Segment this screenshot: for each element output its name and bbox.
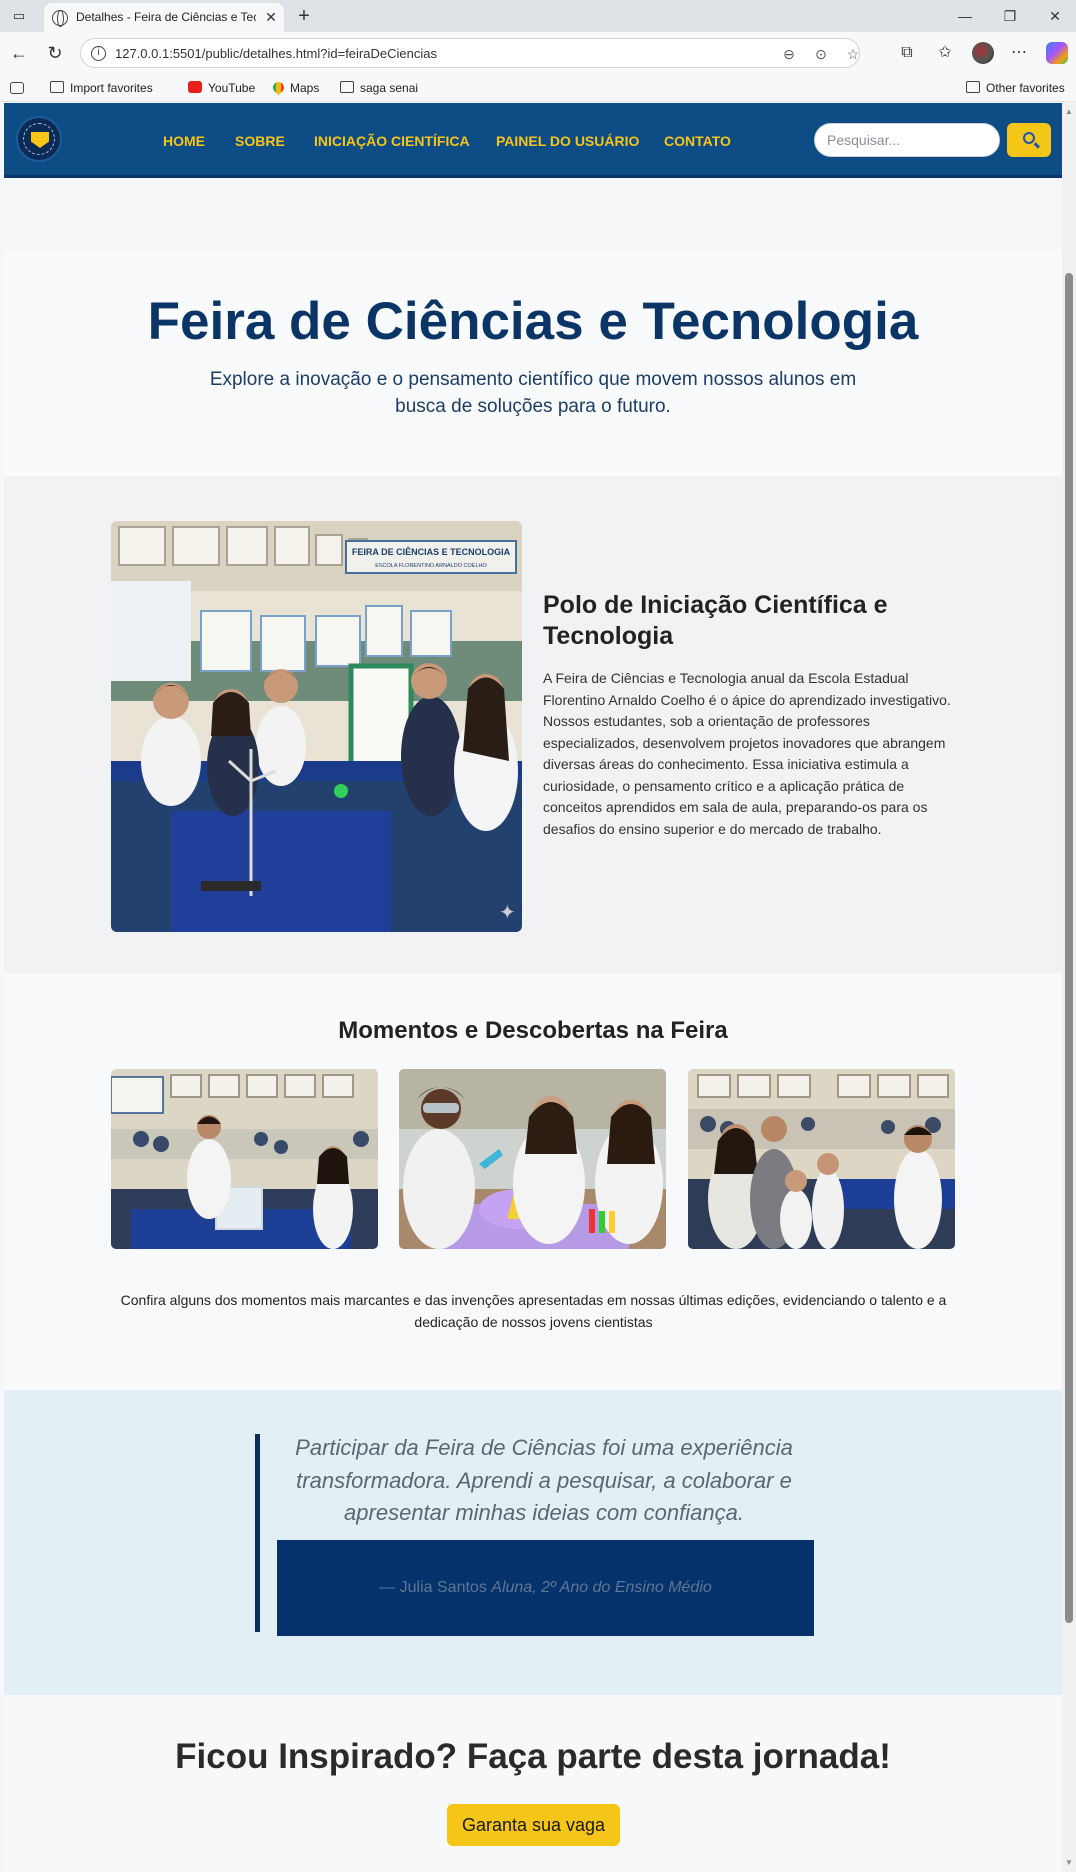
search-input[interactable]: [814, 123, 1000, 157]
nav-painel-usuario[interactable]: PAINEL DO USUÁRIO: [496, 132, 639, 150]
favorite-star-icon[interactable]: ☆: [843, 44, 863, 64]
moment-photo-1: [111, 1069, 378, 1249]
bookmark-maps[interactable]: Maps: [270, 79, 319, 97]
page-title: Feira de Ciências e Tecnologia: [147, 292, 919, 351]
nav-contato[interactable]: CONTATO: [664, 132, 731, 150]
moments-description: Confira alguns dos momentos mais marcant…: [120, 1292, 947, 1330]
school-logo[interactable]: [16, 116, 62, 162]
author-name: — Julia Santos: [379, 1579, 487, 1596]
bookmark-other-favorites[interactable]: Other favorites: [966, 79, 1065, 97]
url-text[interactable]: 127.0.0.1:5501/public/detalhes.html?id=f…: [115, 46, 715, 62]
testimonial-author-box: — Julia Santos Aluna, 2º Ano do Ensino M…: [277, 1540, 814, 1636]
browser-tab-active[interactable]: Detalhes - Feira de Ciências e Tecnologi…: [44, 3, 284, 32]
minimize-icon[interactable]: —: [950, 6, 980, 26]
moments-title: Momentos e Descobertas na Feira: [338, 1017, 728, 1044]
testimonial-quote: Participar da Feira de Ciências foi uma …: [295, 1435, 793, 1525]
globe-icon: [52, 10, 68, 27]
sidebar-toggle-icon[interactable]: ▭: [8, 7, 30, 25]
nav-home[interactable]: HOME: [163, 132, 205, 150]
address-toolbar: ← ↻ i 127.0.0.1:5501/public/detalhes.htm…: [0, 32, 1076, 74]
close-tab-icon[interactable]: ✕: [262, 8, 280, 26]
moment-photo-3: [688, 1069, 955, 1249]
testimonial-section: Participar da Feira de Ciências foi uma …: [4, 1390, 1062, 1695]
photo-banner-text: FEIRA DE CIÊNCIAS E TECNOLOGIA: [352, 546, 511, 557]
folder-icon: [340, 81, 354, 93]
site-header: HOME SOBRE INICIAÇÃO CIENTÍFICA PAINEL D…: [4, 103, 1062, 178]
profile-avatar[interactable]: [972, 42, 994, 64]
bookmark-import-favorites[interactable]: Import favorites: [50, 79, 153, 97]
tab-actions-icon[interactable]: [10, 82, 24, 94]
zoom-icon[interactable]: ⊖: [779, 44, 799, 64]
folder-icon: [966, 81, 980, 93]
more-menu-icon[interactable]: ⋯: [1008, 42, 1030, 64]
maps-icon: [270, 79, 287, 96]
extensions-icon[interactable]: ⧉: [896, 42, 918, 64]
hero-section: Feira de Ciências e Tecnologia Explore a…: [4, 250, 1062, 476]
cta-section: Ficou Inspirado? Faça parte desta jornad…: [4, 1695, 1062, 1872]
page-subtitle: Explore a inovação e o pensamento cientí…: [209, 369, 857, 417]
site-info-icon[interactable]: i: [91, 46, 106, 61]
sparkle-icon: ✦: [499, 900, 516, 924]
address-bar[interactable]: i 127.0.0.1:5501/public/detalhes.html?id…: [80, 38, 860, 68]
moment-photo-2: [399, 1069, 666, 1249]
scroll-down-icon[interactable]: ▼: [1064, 1858, 1074, 1868]
author-role: Aluna, 2º Ano do Ensino Médio: [491, 1579, 712, 1596]
science-fair-photo: FEIRA DE CIÊNCIAS E TECNOLOGIA ESCOLA FL…: [111, 521, 522, 932]
youtube-icon: [188, 81, 202, 93]
photo-banner-sub: ESCOLA FLORENTINO ARNALDO COELHO: [375, 563, 487, 569]
reader-icon[interactable]: ⊙: [811, 44, 831, 64]
polo-section: FEIRA DE CIÊNCIAS E TECNOLOGIA ESCOLA FL…: [4, 476, 1062, 973]
scroll-thumb[interactable]: [1065, 273, 1073, 1623]
testimonial-author: — Julia Santos Aluna, 2º Ano do Ensino M…: [277, 1578, 814, 1598]
polo-description: A Feira de Ciências e Tecnologia anual d…: [543, 670, 951, 837]
enroll-button[interactable]: Garanta sua vaga: [447, 1804, 620, 1846]
import-icon: [50, 81, 64, 93]
browser-tab-strip: ▭ Detalhes - Feira de Ciências e Tecnolo…: [0, 0, 1076, 32]
nav-iniciacao-cientifica[interactable]: INICIAÇÃO CIENTÍFICA: [314, 132, 470, 150]
page-scrollbar[interactable]: ▲ ▼: [1062, 103, 1076, 1872]
bookmark-saga-senai[interactable]: saga senai: [340, 79, 418, 97]
bookmarks-bar: Import favorites YouTube Maps saga senai…: [0, 74, 1076, 102]
back-icon[interactable]: ←: [8, 42, 30, 64]
refresh-icon[interactable]: ↻: [44, 42, 66, 64]
restore-icon[interactable]: ❐: [995, 6, 1025, 26]
moments-section: Momentos e Descobertas na Feira Confira …: [4, 973, 1062, 1390]
search-button[interactable]: [1007, 123, 1051, 157]
page-viewport: HOME SOBRE INICIAÇÃO CIENTÍFICA PAINEL D…: [0, 103, 1076, 1872]
cta-title: Ficou Inspirado? Faça parte desta jornad…: [175, 1737, 891, 1776]
quote-border: [255, 1434, 260, 1632]
bookmark-youtube[interactable]: YouTube: [188, 79, 255, 97]
page-content: HOME SOBRE INICIAÇÃO CIENTÍFICA PAINEL D…: [4, 103, 1062, 1872]
polo-title: Polo de Iniciação Científica e Tecnologi…: [543, 591, 888, 650]
window-close-icon[interactable]: ✕: [1040, 6, 1070, 26]
favorites-icon[interactable]: ✩: [934, 42, 956, 64]
scroll-up-icon[interactable]: ▲: [1064, 107, 1074, 117]
nav-sobre[interactable]: SOBRE: [235, 132, 285, 150]
new-tab-icon[interactable]: +: [292, 4, 316, 28]
tab-title: Detalhes - Feira de Ciências e Tecnologi…: [76, 10, 256, 24]
search-icon: [1023, 132, 1035, 144]
copilot-icon[interactable]: [1046, 42, 1068, 64]
